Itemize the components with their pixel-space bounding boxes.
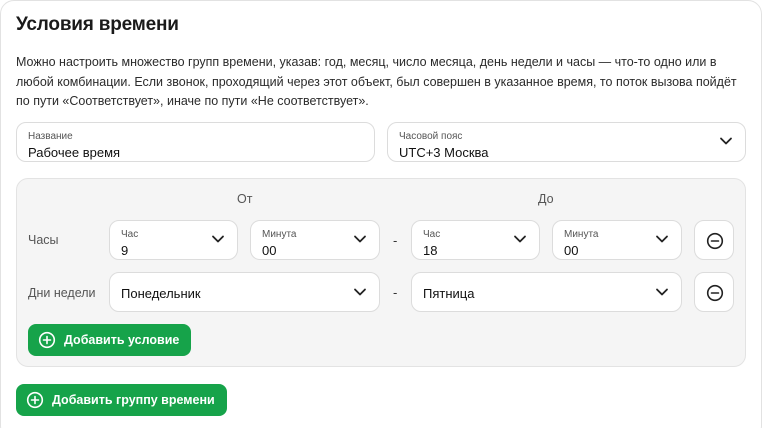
add-condition-button[interactable]: Добавить условие <box>28 324 192 356</box>
to-weekday-value: Пятница <box>423 286 475 301</box>
from-weekday-value: Понедельник <box>121 286 201 301</box>
add-time-group-label: Добавить группу времени <box>52 393 215 407</box>
from-hour-label: Час <box>121 229 139 240</box>
timezone-select-value: UTC+3 Москва <box>399 145 489 160</box>
name-field-label: Название <box>28 131 73 142</box>
from-hour-value: 9 <box>121 243 129 258</box>
add-condition-label: Добавить условие <box>64 333 180 347</box>
remove-weekdays-condition-button[interactable] <box>694 272 734 312</box>
to-hour-select[interactable]: Час 18 <box>411 220 540 260</box>
to-hour-value: 18 <box>423 243 438 258</box>
name-field[interactable]: Название Рабочее время <box>16 122 375 162</box>
from-minute-select[interactable]: Минута 00 <box>250 220 380 260</box>
minus-circle-icon <box>706 284 724 302</box>
to-minute-value: 00 <box>564 243 579 258</box>
chevron-down-icon <box>514 235 526 243</box>
from-column-header: От <box>237 192 253 206</box>
from-minute-value: 00 <box>262 243 277 258</box>
page-title: Условия времени <box>16 14 179 35</box>
add-time-group-button[interactable]: Добавить группу времени <box>16 384 227 416</box>
chevron-down-icon <box>656 288 668 296</box>
to-minute-select[interactable]: Минута 00 <box>552 220 682 260</box>
remove-hours-condition-button[interactable] <box>694 220 734 260</box>
range-separator: - <box>393 285 398 300</box>
hours-row-label: Часы <box>28 233 59 247</box>
chevron-down-icon <box>720 137 732 145</box>
to-column-header: До <box>538 192 554 206</box>
chevron-down-icon <box>212 235 224 243</box>
to-hour-label: Час <box>423 229 441 240</box>
plus-circle-icon <box>26 391 44 409</box>
weekdays-row-label: Дни недели <box>28 286 96 300</box>
page-description: Можно настроить множество групп времени,… <box>16 55 737 108</box>
from-minute-label: Минута <box>262 229 297 240</box>
from-hour-select[interactable]: Час 9 <box>109 220 238 260</box>
timezone-select[interactable]: Часовой пояс UTC+3 Москва <box>387 122 746 162</box>
chevron-down-icon <box>354 235 366 243</box>
minus-circle-icon <box>706 232 724 250</box>
plus-circle-icon <box>38 331 56 349</box>
chevron-down-icon <box>354 288 366 296</box>
timezone-select-label: Часовой пояс <box>399 131 463 142</box>
from-weekday-select[interactable]: Понедельник <box>109 272 380 312</box>
to-weekday-select[interactable]: Пятница <box>411 272 682 312</box>
to-minute-label: Минута <box>564 229 599 240</box>
name-field-value: Рабочее время <box>28 145 121 160</box>
range-separator: - <box>393 233 398 248</box>
chevron-down-icon <box>656 235 668 243</box>
